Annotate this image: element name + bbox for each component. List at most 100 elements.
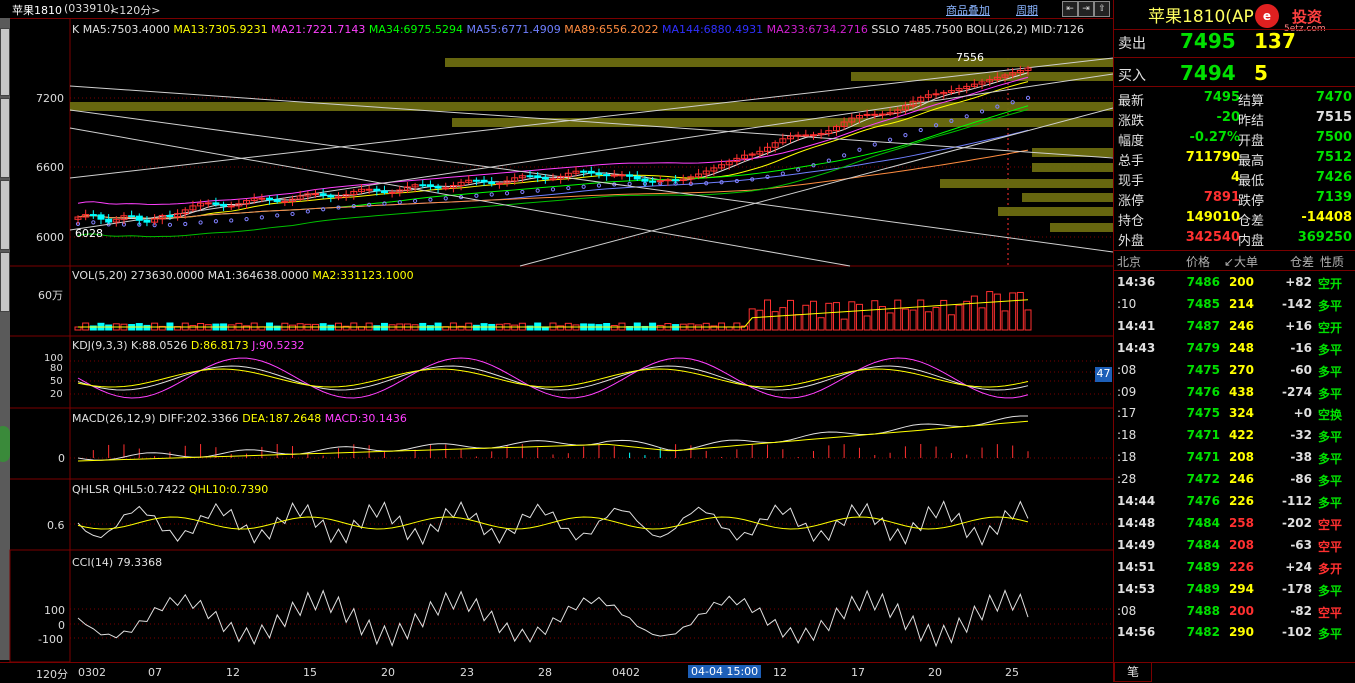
sar-dot — [275, 213, 280, 218]
trade-row[interactable]: :18 7471 208 -38 多平 — [1114, 450, 1355, 470]
trade-kind: 多平 — [1318, 474, 1343, 489]
qhlsr-legend: QHLSR QHL5:0.7422 QHL10:0.7390 — [72, 483, 268, 496]
trade-header: 价格 — [1186, 255, 1211, 269]
volume-bar — [840, 318, 848, 331]
cci-tick-minus100: -100 — [38, 633, 63, 646]
volume-bar — [771, 311, 779, 331]
kdj-legend-item: K:88.0526 — [131, 339, 188, 352]
trade-kind: 多平 — [1318, 342, 1343, 357]
main-legend-item: MA34:6975.5294 — [365, 23, 464, 36]
trade-time: 14:36 — [1117, 275, 1156, 289]
volume-profile-box — [1050, 223, 1113, 232]
trade-vol: 200 — [1228, 603, 1254, 618]
trade-row[interactable]: 14:51 7489 226 +24 多开 — [1114, 560, 1355, 580]
trade-price: 7475 — [1186, 362, 1220, 377]
main-legend: K MA5:7503.4000 MA13:7305.9231 MA21:7221… — [72, 23, 1084, 36]
trade-time: 14:48 — [1117, 515, 1156, 530]
quote-label: 外盘 — [1118, 234, 1145, 249]
trade-price: 7487 — [1186, 318, 1220, 333]
candle-body — [871, 113, 879, 116]
trade-kind: 多平 — [1318, 386, 1343, 401]
trade-row[interactable]: :08 7475 270 -60 多平 — [1114, 363, 1355, 383]
trade-time: :28 — [1117, 472, 1137, 487]
volume-profile-box — [1032, 163, 1113, 172]
trade-price: 7476 — [1186, 494, 1220, 508]
volume-bar — [825, 302, 833, 331]
trade-diff: -38 — [1290, 450, 1312, 465]
volume-bar — [978, 307, 986, 331]
candle-body — [495, 182, 503, 185]
zoom-out-icon[interactable]: ⇤ — [1062, 1, 1078, 17]
arrow-up-icon[interactable]: ⇧ — [1094, 1, 1110, 17]
volume-bar — [794, 314, 802, 331]
trade-row[interactable]: 14:48 7484 258 -202 空平 — [1114, 516, 1355, 536]
trade-row[interactable]: :17 7475 324 +0 空换 — [1114, 406, 1355, 426]
macd-title: MACD(26,12,9) — [72, 412, 156, 425]
sar-dot — [397, 200, 402, 205]
trade-row[interactable]: 14:43 7479 248 -16 多平 — [1114, 341, 1355, 361]
macd-y-tick: 0 — [58, 452, 65, 465]
quote-label: 持仓 — [1118, 214, 1145, 229]
tab-trades[interactable]: 笔 — [1114, 663, 1152, 682]
y-tick-6000: 6000 — [36, 231, 64, 244]
candle-body — [128, 215, 136, 218]
macd-legend-item: DIFF:202.3366 — [159, 412, 239, 425]
trade-row[interactable]: :09 7476 438 -274 多平 — [1114, 385, 1355, 405]
sar-dot — [91, 220, 96, 225]
quote-value: 4 — [1230, 170, 1240, 185]
candle-body — [549, 178, 557, 181]
trade-row[interactable]: :10 7485 214 -142 多平 — [1114, 297, 1355, 317]
brand-logo-icon: e — [1255, 4, 1279, 28]
volume-bar — [748, 308, 756, 331]
x-axis-label: 12 — [773, 666, 787, 679]
volume-bar — [832, 302, 840, 331]
volume-bar — [924, 311, 932, 331]
candle-body — [204, 202, 212, 205]
trade-kind: 空换 — [1318, 408, 1343, 423]
quote-value: 7470 — [1315, 90, 1352, 105]
overlay-button[interactable]: 商品叠加 — [946, 2, 990, 18]
quote-value: 7495 — [1203, 90, 1240, 105]
trade-row[interactable]: :08 7488 200 -82 空平 — [1114, 604, 1355, 624]
trade-row[interactable]: 14:49 7484 208 -63 空平 — [1114, 538, 1355, 558]
trade-diff: +16 — [1285, 318, 1312, 333]
trade-kind: 空开 — [1318, 320, 1343, 335]
quote-label: 昨结 — [1238, 114, 1265, 129]
trade-row[interactable]: 14:41 7487 246 +16 空开 — [1114, 319, 1355, 339]
chart-header: 苹果1810 (033910) <120分> 商品叠加 周期 ⇤ ⇥ ⇧ — [0, 0, 1113, 19]
candle-body — [327, 194, 335, 198]
trade-price: 7472 — [1186, 472, 1220, 487]
trade-diff: +82 — [1285, 275, 1312, 289]
kdj-j-line — [77, 357, 1029, 399]
trade-row[interactable]: 14:56 7482 290 -102 多平 — [1114, 625, 1355, 645]
trade-diff: -32 — [1290, 428, 1312, 443]
trade-row[interactable]: :28 7472 246 -86 多平 — [1114, 472, 1355, 492]
sar-dot — [489, 192, 494, 197]
period-button[interactable]: 周期 — [1016, 2, 1038, 18]
kdj-legend: KDJ(9,3,3) K:88.0526 D:86.8173 J:90.5232 — [72, 339, 305, 352]
candle-body — [373, 188, 381, 192]
quote-label: 开盘 — [1238, 134, 1265, 149]
quote-value: 7515 — [1315, 110, 1352, 125]
trade-vol: 290 — [1228, 625, 1254, 640]
sar-dot — [183, 221, 188, 227]
candle-body — [434, 185, 442, 189]
quote-value: -0.27% — [1189, 130, 1241, 145]
x-axis-label: 0402 — [612, 666, 640, 679]
volume-bar — [955, 304, 963, 331]
candle-body — [97, 214, 105, 220]
trade-row[interactable]: 14:44 7476 226 -112 多平 — [1114, 494, 1355, 514]
quote-panel: 苹果1810(AP e 投资 5etz.com 卖出 7495 137 买入 7… — [1113, 0, 1355, 682]
volume-profile-box — [1022, 193, 1113, 202]
trade-row[interactable]: 14:53 7489 294 -178 多平 — [1114, 582, 1355, 602]
zoom-in-icon[interactable]: ⇥ — [1078, 1, 1094, 17]
x-axis: 120分 0302 07 12 15 20 23 28 0402 12 17 20 25 04-04 … — [0, 662, 1113, 683]
volume-bar — [426, 325, 434, 331]
trade-row[interactable]: :18 7471 422 -32 多平 — [1114, 428, 1355, 448]
x-axis-period: 120分 — [36, 668, 68, 681]
kdj-title: KDJ(9,3,3) — [72, 339, 128, 352]
main-legend-item: BOLL(26,2) MID:7126 — [962, 23, 1084, 36]
trade-row[interactable]: 14:36 7486 200 +82 空开 — [1114, 275, 1355, 295]
main-legend-item: MA144:6880.4931 — [658, 23, 764, 36]
trade-time: 14:41 — [1117, 318, 1156, 333]
